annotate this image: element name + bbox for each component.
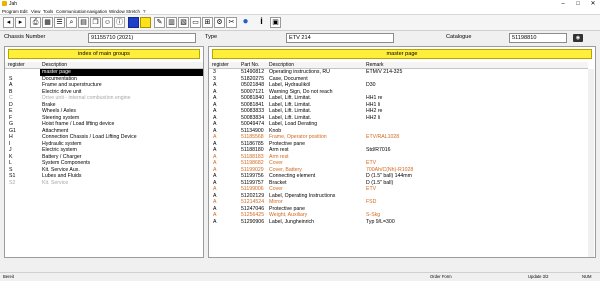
menu-stretch[interactable]: Stretch: [126, 8, 140, 15]
user-icon[interactable]: ☺: [102, 17, 113, 28]
col-description-header-right[interactable]: Description: [269, 62, 294, 69]
app-icon: [2, 1, 7, 6]
header-bar: Chassis Number 91155710 (2021) Type ETV …: [0, 31, 600, 46]
print-icon[interactable]: ⎙: [30, 17, 41, 28]
table-icon[interactable]: ▥: [166, 17, 177, 28]
info-small-icon[interactable]: ⓘ: [114, 17, 125, 28]
close-icon[interactable]: ✕: [586, 0, 600, 8]
menu-program[interactable]: Program: [2, 8, 19, 15]
menu-tools[interactable]: Tools: [43, 8, 53, 15]
part-remark: Typ 9/L=300: [366, 218, 395, 225]
left-column-header: register Description: [5, 62, 203, 69]
back-icon[interactable]: ◂: [3, 17, 14, 28]
chart-icon[interactable]: ▧: [178, 17, 189, 28]
page-icon[interactable]: ▭: [190, 17, 201, 28]
copy-icon[interactable]: ❐: [90, 17, 101, 28]
col-register-header[interactable]: register: [8, 62, 25, 69]
info-icon[interactable]: i: [256, 17, 267, 28]
note-icon[interactable]: ✎: [154, 17, 165, 28]
group-row[interactable]: S2 Kit. Service: [5, 180, 203, 187]
yellow-square-icon[interactable]: [140, 17, 151, 28]
menu-view[interactable]: View: [31, 8, 40, 15]
part-register: A: [213, 218, 217, 225]
chassis-field[interactable]: 91155710 (2021): [88, 33, 196, 43]
camera-icon[interactable]: ◉: [573, 34, 583, 42]
grid-icon[interactable]: ▦: [42, 17, 53, 28]
catalogue-label: Catalogue: [446, 34, 472, 40]
title-bar: Jah – □ ✕: [0, 0, 600, 8]
part-description: Label, Jungheinrich: [269, 218, 314, 225]
maximize-icon[interactable]: □: [571, 0, 585, 8]
group-description: Kit. Service: [42, 179, 69, 186]
index-main-groups-button[interactable]: index of main groups: [8, 49, 200, 59]
menu-help[interactable]: ?: [143, 8, 145, 15]
menu-window[interactable]: Window: [109, 8, 125, 15]
settings-icon[interactable]: ⚙: [214, 17, 225, 28]
menu-communication[interactable]: Communication: [56, 8, 87, 15]
toolbar: ◂ ▸ ⎙ ▦ ☰ ⌕ ▤ ❐ ☺ ⓘ ✎ ▥ ▧ ▭ ⊞ ⚙ ✂ ● i ▣: [0, 15, 600, 31]
minimize-icon[interactable]: –: [556, 0, 570, 8]
master-page-button[interactable]: master page: [212, 49, 592, 59]
main-groups-panel: index of main groups register Descriptio…: [4, 46, 204, 258]
doc-icon[interactable]: ▤: [78, 17, 89, 28]
globe-icon[interactable]: ●: [240, 17, 251, 28]
forward-icon[interactable]: ▸: [15, 17, 26, 28]
blue-square-icon[interactable]: [128, 17, 139, 28]
cart-icon[interactable]: ⊞: [202, 17, 213, 28]
group-register: S2: [9, 179, 16, 186]
menu-edit[interactable]: Edit: [20, 8, 28, 15]
right-scrollbar[interactable]: [588, 69, 594, 257]
catalogue-field[interactable]: 51198810: [509, 33, 567, 43]
col-register-header-right[interactable]: register: [212, 62, 229, 69]
window-title: Jah: [9, 1, 18, 7]
right-rows: 3 51490812 Operating instructions, RU ETM/V…: [209, 69, 588, 225]
chassis-label: Chassis Number: [4, 34, 46, 40]
right-column-header: register Part No. Description Remark: [209, 62, 588, 69]
col-remark-header[interactable]: Remark: [366, 62, 384, 69]
list-icon[interactable]: ☰: [54, 17, 65, 28]
type-field[interactable]: ETV 214: [286, 33, 394, 43]
window-icon[interactable]: ▣: [270, 17, 281, 28]
part-row[interactable]: A 51290906 Label, Jungheinrich Typ 9/L=300: [209, 219, 588, 226]
part-number: 51290906: [241, 218, 265, 225]
type-label: Type: [205, 34, 218, 40]
master-page-panel: master page register Part No. Descriptio…: [208, 46, 596, 258]
menu-navigation[interactable]: navigation: [87, 8, 107, 15]
col-partno-header[interactable]: Part No.: [241, 62, 259, 69]
status-bar: Bereit Order Form Update 3/2 NUM: [0, 272, 600, 280]
left-rows: master page S Documentation A Frame and supe…: [5, 69, 203, 186]
col-description-header[interactable]: Description: [42, 62, 67, 69]
tools-icon[interactable]: ✂: [226, 17, 237, 28]
menu-bar: Program Edit View Tools Communication na…: [0, 8, 600, 15]
search-icon[interactable]: ⌕: [66, 17, 77, 28]
